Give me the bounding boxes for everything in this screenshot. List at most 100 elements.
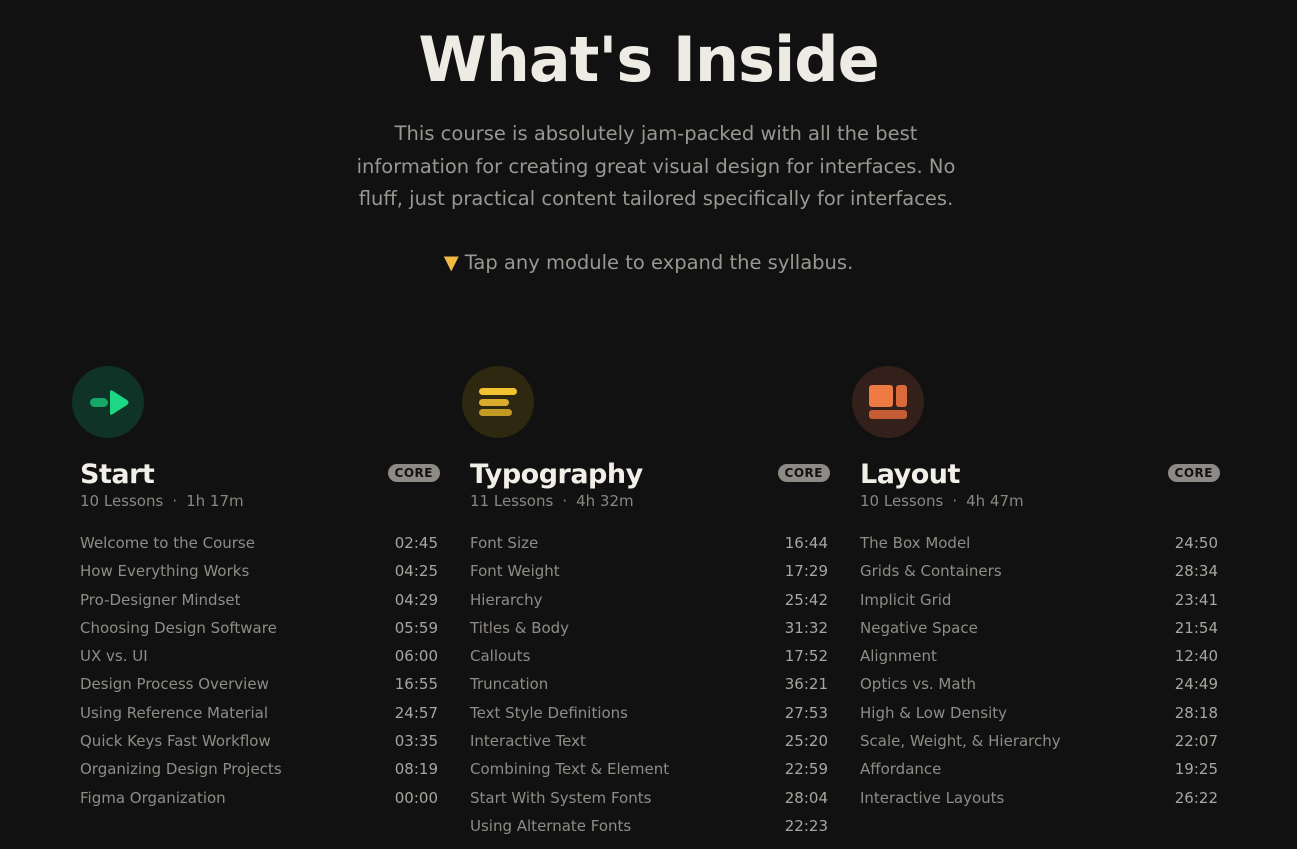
lesson-name: Using Alternate Fonts xyxy=(470,816,632,835)
lesson-duration: 22:07 xyxy=(1174,732,1218,751)
lesson-item: Text Style Definitions 27:53 xyxy=(470,699,828,727)
lesson-duration: 19:25 xyxy=(1174,760,1218,779)
page-title: What's Inside xyxy=(418,23,879,96)
lesson-name: Callouts xyxy=(470,647,531,666)
lesson-name: Hierarchy xyxy=(470,590,543,609)
lesson-duration: 02:45 xyxy=(394,534,438,552)
lesson-duration: 24:57 xyxy=(394,703,438,722)
lesson-item: Alignment 12:40 xyxy=(860,642,1218,670)
lesson-item: Optics vs. Math 24:49 xyxy=(860,670,1218,698)
module-title: Layout xyxy=(860,459,960,490)
module-header: Typography CORE xyxy=(470,458,830,492)
lesson-name: Affordance xyxy=(860,760,942,779)
lesson-name: Font Size xyxy=(470,534,539,552)
lesson-item: Implicit Grid 23:41 xyxy=(860,586,1218,614)
lesson-duration: 28:04 xyxy=(784,788,828,807)
lesson-item: Design Process Overview 16:55 xyxy=(80,670,438,698)
lesson-item: Using Alternate Fonts 22:23 xyxy=(470,812,828,840)
lesson-item: Start With System Fonts 28:04 xyxy=(470,784,828,812)
lesson-name: Pro-Designer Mindset xyxy=(80,590,241,609)
lesson-duration: 28:18 xyxy=(1174,703,1218,722)
module-duration: 1h 17m xyxy=(186,492,244,510)
module-title: Typography xyxy=(470,459,643,490)
lesson-duration: 17:52 xyxy=(784,647,828,666)
lesson-item: The Box Model 24:50 xyxy=(860,529,1218,557)
lesson-item: Choosing Design Software 05:59 xyxy=(80,614,438,642)
lesson-item: High & Low Density 28:18 xyxy=(860,699,1218,727)
lesson-duration: 31:32 xyxy=(784,618,828,637)
lesson-item: Hierarchy 25:42 xyxy=(470,586,828,614)
lesson-name: Implicit Grid xyxy=(860,590,952,609)
lesson-list: Welcome to the Course 02:45 How Everythin… xyxy=(80,529,438,812)
lesson-duration: 17:29 xyxy=(784,562,828,581)
lesson-duration: 16:55 xyxy=(394,675,438,694)
lesson-duration: 12:40 xyxy=(1174,647,1218,666)
lesson-list: The Box Model 24:50 Grids & Containers 28:… xyxy=(860,529,1218,812)
lesson-duration: 26:22 xyxy=(1174,788,1218,807)
lesson-name: Alignment xyxy=(860,647,937,666)
core-badge: CORE xyxy=(1167,464,1220,482)
lesson-name: The Box Model xyxy=(860,534,971,552)
module-header: Start CORE xyxy=(80,458,440,492)
lesson-item: Interactive Layouts 26:22 xyxy=(860,784,1218,812)
lesson-item: Welcome to the Course 02:45 xyxy=(80,529,438,557)
lesson-name: Grids & Containers xyxy=(860,562,1002,581)
lesson-item: Grids & Containers 28:34 xyxy=(860,557,1218,585)
lesson-name: Choosing Design Software xyxy=(80,618,277,637)
lesson-duration: 28:34 xyxy=(1174,562,1218,581)
module-start[interactable]: Start CORE 10 Lessons · 1h 17m Welcome to … xyxy=(72,366,440,812)
pointing-down-hand-icon: ▼ xyxy=(443,251,459,274)
lesson-count: 11 Lessons xyxy=(470,492,554,510)
lesson-item: Callouts 17:52 xyxy=(470,642,828,670)
module-icon xyxy=(72,366,144,438)
lesson-name: Optics vs. Math xyxy=(860,675,976,694)
lesson-item: Using Reference Material 24:57 xyxy=(80,699,438,727)
lesson-item: Font Size 16:44 xyxy=(470,529,828,557)
start-arrow-icon xyxy=(90,390,129,415)
module-layout[interactable]: Layout CORE 10 Lessons · 4h 47m The Box Mo… xyxy=(852,366,1220,812)
lesson-name: Using Reference Material xyxy=(80,703,268,722)
lesson-item: Organizing Design Projects 08:19 xyxy=(80,755,438,783)
expand-hint: ▼ Tap any module to expand the syllabus. xyxy=(0,248,1297,278)
lesson-item: Truncation 36:21 xyxy=(470,670,828,698)
core-badge: CORE xyxy=(777,464,830,482)
lesson-item: Combining Text & Element 22:59 xyxy=(470,755,828,783)
lesson-duration: 24:49 xyxy=(1174,675,1218,694)
module-duration: 4h 47m xyxy=(966,492,1024,510)
lesson-duration: 08:19 xyxy=(394,760,438,779)
lesson-name: Design Process Overview xyxy=(80,675,269,694)
lesson-name: Quick Keys Fast Workflow xyxy=(80,732,271,751)
lesson-duration: 00:00 xyxy=(394,788,438,807)
module-header: Layout CORE xyxy=(860,458,1220,492)
lesson-item: Pro-Designer Mindset 04:29 xyxy=(80,586,438,614)
lesson-duration: 21:54 xyxy=(1174,618,1218,637)
core-badge: CORE xyxy=(387,464,440,482)
lesson-name: Text Style Definitions xyxy=(470,703,628,722)
lesson-count: 10 Lessons xyxy=(80,492,164,510)
module-icon xyxy=(852,366,924,438)
module-typography[interactable]: Typography CORE 11 Lessons · 4h 32m Font S… xyxy=(462,366,830,840)
text-lines-icon xyxy=(479,388,517,416)
hint-text: Tap any module to expand the syllabus. xyxy=(464,251,854,274)
lesson-count: 10 Lessons xyxy=(860,492,944,510)
lesson-name: Figma Organization xyxy=(80,788,226,807)
lesson-item: Negative Space 21:54 xyxy=(860,614,1218,642)
lesson-name: UX vs. UI xyxy=(80,647,148,666)
lesson-duration: 16:44 xyxy=(784,534,828,552)
lesson-name: Interactive Text xyxy=(470,732,586,751)
lesson-name: Font Weight xyxy=(470,562,560,581)
lesson-duration: 06:00 xyxy=(394,647,438,666)
layout-blocks-icon xyxy=(869,385,907,419)
module-title: Start xyxy=(80,459,155,490)
lesson-name: Negative Space xyxy=(860,618,978,637)
lesson-duration: 27:53 xyxy=(784,703,828,722)
lesson-duration: 36:21 xyxy=(784,675,828,694)
lesson-name: Scale, Weight, & Hierarchy xyxy=(860,732,1061,751)
lesson-name: Welcome to the Course xyxy=(80,534,255,552)
module-meta: 10 Lessons · 4h 47m xyxy=(860,492,1024,510)
module-duration: 4h 32m xyxy=(576,492,634,510)
lesson-name: Organizing Design Projects xyxy=(80,760,282,779)
lesson-item: Font Weight 17:29 xyxy=(470,557,828,585)
lesson-name: Combining Text & Element xyxy=(470,760,670,779)
lesson-duration: 22:23 xyxy=(784,816,828,835)
